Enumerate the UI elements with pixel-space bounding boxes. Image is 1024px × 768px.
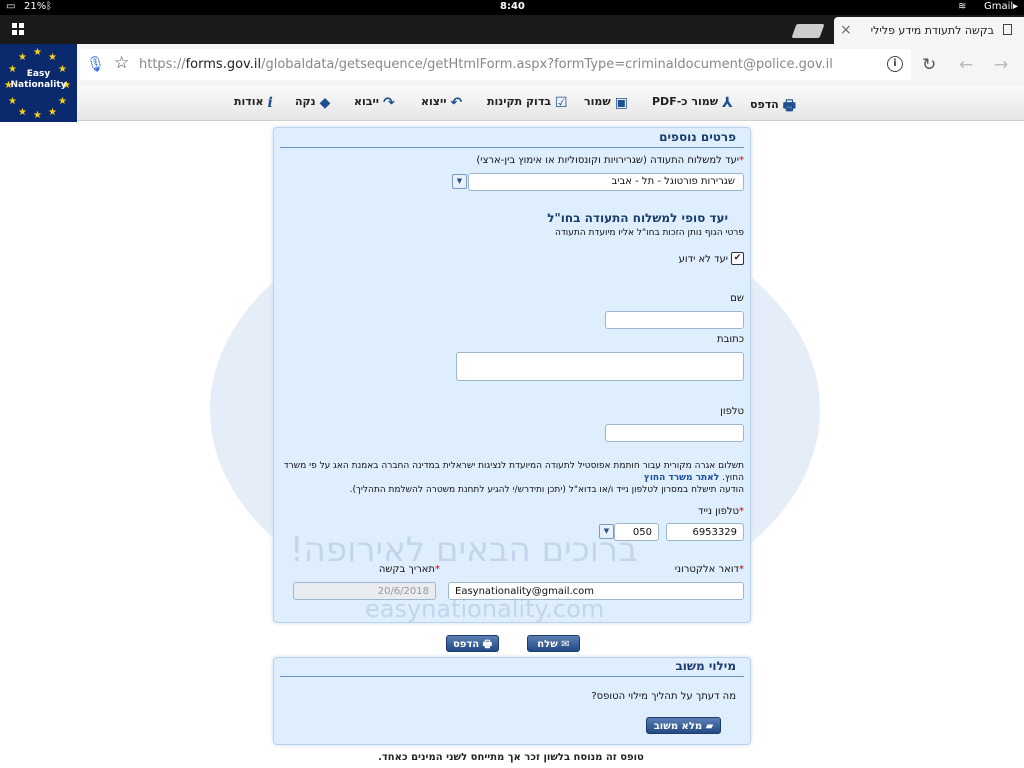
feedback-panel: מילוי משוב מה דעתך על תהליך מילוי הטופס?… — [273, 657, 751, 745]
print-button[interactable]: 🖶 הדפס — [446, 635, 499, 652]
wifi-icon: ≋ — [958, 1, 967, 12]
feedback-question: מה דעתך על תהליך מילוי הטופס? — [591, 691, 736, 702]
phone-label: טלפון — [720, 406, 744, 417]
save-button[interactable]: ▣שמור — [584, 95, 628, 111]
bluetooth-icon: ᛒ — [46, 1, 52, 12]
fill-feedback-button[interactable]: ▰ מלא משוב — [646, 717, 721, 734]
address-label: כתובת — [717, 334, 744, 345]
fee-text-2: החוץ. לאתר משרד החוץ — [643, 473, 744, 483]
section-divider — [280, 147, 744, 148]
mobile-label: *טלפון נייד — [698, 506, 744, 517]
notice-text: הודעה תישלח במסרון לטלפון נייד ו/או בדוא… — [349, 485, 744, 495]
phone-input[interactable] — [605, 424, 744, 442]
pdf-icon: ⅄ — [722, 95, 733, 111]
email-label: *דואר אלקטרוני — [674, 564, 744, 575]
close-tab-icon[interactable]: × — [840, 22, 852, 38]
unknown-destination-checkbox[interactable]: ✔ — [731, 252, 744, 265]
url-box[interactable]: 🎙 ☆ https://forms.gov.il/globaldata/gets… — [80, 49, 911, 80]
reload-icon[interactable]: ↻ — [922, 55, 936, 75]
info-icon[interactable]: i — [887, 56, 903, 72]
save-pdf-button[interactable]: ⅄שמור כ-PDF — [652, 95, 733, 111]
name-input[interactable] — [605, 311, 744, 329]
unknown-destination-label: יעד לא ידוע — [678, 254, 728, 265]
status-bar: ▭ 21% ᛒ 8:40 ≋ Gmail ▸ — [0, 0, 1024, 15]
send-button[interactable]: ✉ שלח — [527, 635, 580, 652]
import-arrow-icon: ↷ — [382, 95, 395, 111]
floppy-icon: ▣ — [614, 95, 628, 111]
page-icon — [1003, 24, 1012, 35]
destination-label: *יעד למשלוח התעודה (שגרירויות וקונסוליות… — [476, 155, 744, 166]
tab-bar: × בקשה לתעודת מידע פלילי — [0, 15, 1024, 44]
battery-icon: ▭ — [6, 1, 16, 12]
chevron-down-icon[interactable]: ▼ — [452, 174, 467, 189]
battery-percent: 21% — [24, 1, 47, 12]
tab-title: בקשה לתעודת מידע פלילי — [870, 24, 994, 37]
envelope-icon: ✉ — [561, 639, 570, 650]
microphone-icon[interactable]: 🎙 — [86, 55, 105, 73]
print-toolbar-button[interactable]: 🖶הדפס — [750, 95, 796, 119]
tab-active[interactable]: × בקשה לתעודת מידע פלילי — [834, 17, 1024, 44]
fee-text: תשלום אגרה מקורית עבור חותמת אפוסטיל לתע… — [283, 461, 744, 471]
carrier-label: Gmail — [984, 1, 1014, 12]
clock: 8:40 — [500, 1, 525, 12]
name-label: שם — [730, 293, 744, 304]
section-title: פרטים נוספים — [659, 130, 736, 144]
printer-icon: 🖶 — [782, 98, 796, 114]
forward-arrow-icon[interactable]: → — [994, 55, 1008, 75]
final-destination-title: יעד סופי למשלוח התעודה בחו"ל — [547, 211, 728, 225]
eraser-icon: ◆ — [319, 95, 331, 111]
tabs-grid-icon[interactable] — [12, 23, 24, 35]
export-button[interactable]: ↶ייצוא — [421, 95, 462, 111]
printer-small-icon: 🖶 — [482, 639, 493, 650]
checkbox-icon: ☑ — [555, 95, 568, 111]
watermark-hebrew-text: ברוכים הבאים לאירופה! — [290, 530, 638, 570]
clear-button[interactable]: ◆נקה — [295, 95, 330, 111]
final-destination-subtitle: פרטי הגוף נותן הזכות בחו"ל אליו מיועדת ה… — [554, 228, 744, 238]
feedback-divider — [280, 676, 744, 677]
mobile-number-input[interactable]: 6953329 — [666, 523, 744, 541]
new-tab-button[interactable] — [791, 24, 825, 38]
back-to-app-icon[interactable]: ▸ — [1013, 1, 1018, 12]
address-bar: 🎙 ☆ https://forms.gov.il/globaldata/gets… — [0, 44, 1024, 87]
export-arrow-icon: ↶ — [450, 95, 463, 111]
address-textarea[interactable] — [456, 352, 744, 381]
easy-nationality-logo: ★ ★ ★ ★ ★ ★ ★ ★ ★ ★ ★ ★ Easy Nationality — [0, 44, 77, 122]
url-text[interactable]: https://forms.gov.il/globaldata/getseque… — [139, 57, 833, 72]
feedback-title: מילוי משוב — [675, 659, 736, 673]
info-italic-icon: i — [267, 95, 273, 111]
destination-select[interactable]: שגרירות פורטוגל - תל - אביב — [468, 173, 744, 191]
watermark-url-text: easynationality.com — [365, 595, 605, 623]
foreign-ministry-link[interactable]: לאתר משרד החוץ — [644, 473, 719, 483]
comment-icon: ▰ — [705, 721, 714, 732]
validate-button[interactable]: ☑בדוק תקינות — [487, 95, 568, 111]
form-toolbar: 🖶הדפס ⅄שמור כ-PDF ▣שמור ☑בדוק תקינות ↶יי… — [77, 86, 1024, 121]
footer-note: טופס זה מנוסח בלשון זכר אך מתייחס לשני ה… — [378, 752, 644, 763]
bookmark-star-icon[interactable]: ☆ — [114, 53, 129, 73]
back-arrow-icon[interactable]: ← — [959, 55, 973, 75]
about-button[interactable]: iאודות — [234, 95, 273, 111]
import-button[interactable]: ↷ייבוא — [354, 95, 395, 111]
